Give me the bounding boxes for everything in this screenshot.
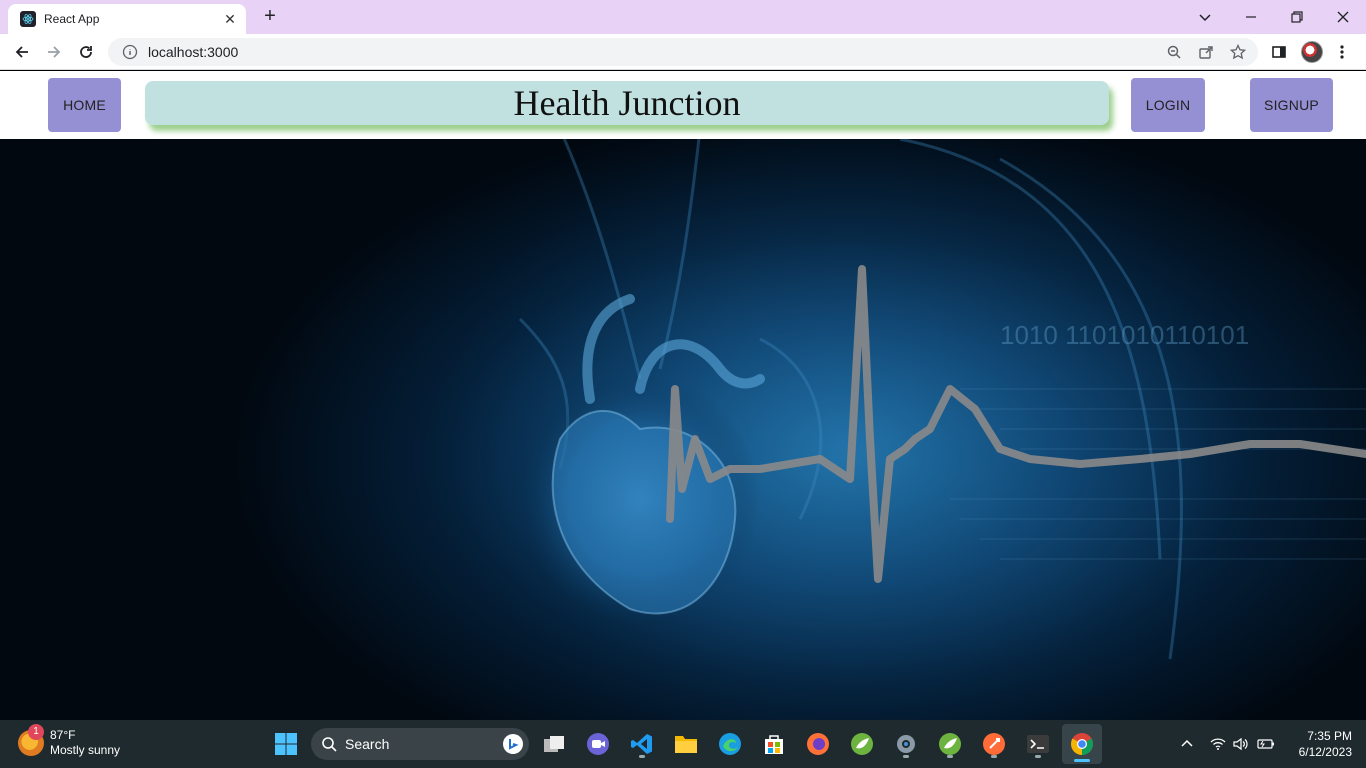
restore-button[interactable] xyxy=(1274,0,1320,34)
side-panel-icon[interactable] xyxy=(1267,40,1291,64)
share-icon[interactable] xyxy=(1198,38,1214,66)
wifi-icon[interactable] xyxy=(1206,732,1230,756)
microsoft-store-icon[interactable] xyxy=(758,728,790,760)
postman-icon[interactable] xyxy=(978,728,1010,760)
notification-badge: 1 xyxy=(28,724,44,740)
reload-icon[interactable] xyxy=(74,40,98,64)
clock-date: 6/12/2023 xyxy=(1298,745,1352,759)
battery-icon[interactable] xyxy=(1254,732,1278,756)
weather-widget[interactable]: 1 87°F Mostly sunny xyxy=(18,724,121,758)
weather-temperature: 87°F xyxy=(50,728,76,742)
chrome-icon[interactable] xyxy=(1062,724,1102,764)
signup-button[interactable]: SIGNUP xyxy=(1250,78,1333,132)
vscode-icon[interactable] xyxy=(626,728,658,760)
url-text: localhost:3000 xyxy=(148,44,239,60)
site-info-icon[interactable] xyxy=(122,44,138,60)
spring-tool-icon[interactable] xyxy=(846,728,878,760)
firefox-icon[interactable] xyxy=(802,728,834,760)
react-favicon-icon xyxy=(20,11,36,27)
zoom-icon[interactable] xyxy=(1166,38,1182,66)
address-bar[interactable]: localhost:3000 xyxy=(108,38,1258,66)
taskbar-search[interactable]: Search xyxy=(311,728,529,760)
file-explorer-icon[interactable] xyxy=(670,728,702,760)
spring-boot-icon[interactable] xyxy=(934,728,966,760)
login-button[interactable]: LOGIN xyxy=(1131,78,1205,132)
sun-cloud-icon: 1 xyxy=(18,724,44,756)
brand-title: Health Junction xyxy=(145,81,1109,125)
binary-overlay-text: 1010 1101010110101 xyxy=(1000,320,1249,350)
search-icon xyxy=(322,737,337,752)
browser-toolbar: localhost:3000 xyxy=(0,34,1366,70)
hero-heart-image: 1010 1101010110101 xyxy=(0,139,1366,720)
volume-icon[interactable] xyxy=(1229,732,1253,756)
edge-icon[interactable] xyxy=(714,728,746,760)
back-arrow-icon[interactable] xyxy=(10,40,34,64)
windows-taskbar: 1 87°F Mostly sunny Search 7:35 PM 6/12/… xyxy=(0,720,1366,768)
tab-close-icon[interactable]: ✕ xyxy=(220,11,240,28)
minimize-button[interactable] xyxy=(1228,0,1274,34)
bing-icon[interactable] xyxy=(503,734,523,754)
tab-title: React App xyxy=(44,12,100,26)
more-menu-icon[interactable] xyxy=(1330,40,1354,64)
tab-search-chevron-icon[interactable] xyxy=(1182,0,1228,34)
weather-description: Mostly sunny xyxy=(50,743,121,757)
bookmark-star-icon[interactable] xyxy=(1230,38,1246,66)
forward-arrow-icon[interactable] xyxy=(42,40,66,64)
tab-react-app[interactable]: React App ✕ xyxy=(8,4,246,34)
browser-tab-strip: React App ✕ + xyxy=(0,0,1366,34)
teams-chat-icon[interactable] xyxy=(582,728,614,760)
new-tab-button[interactable]: + xyxy=(258,6,282,28)
search-placeholder: Search xyxy=(345,736,390,752)
show-hidden-icons-chevron-icon[interactable] xyxy=(1175,732,1199,756)
settings-gear-icon[interactable] xyxy=(890,728,922,760)
app-navbar: HOME Health Junction LOGIN SIGNUP xyxy=(0,71,1366,139)
profile-avatar[interactable] xyxy=(1300,40,1324,64)
task-view-icon[interactable] xyxy=(538,728,570,760)
terminal-icon[interactable] xyxy=(1022,728,1054,760)
clock-time: 7:35 PM xyxy=(1307,729,1352,743)
close-window-button[interactable] xyxy=(1320,0,1366,34)
home-button[interactable]: HOME xyxy=(48,78,121,132)
system-clock[interactable]: 7:35 PM 6/12/2023 xyxy=(1286,728,1352,760)
windows-start-icon[interactable] xyxy=(270,728,302,760)
